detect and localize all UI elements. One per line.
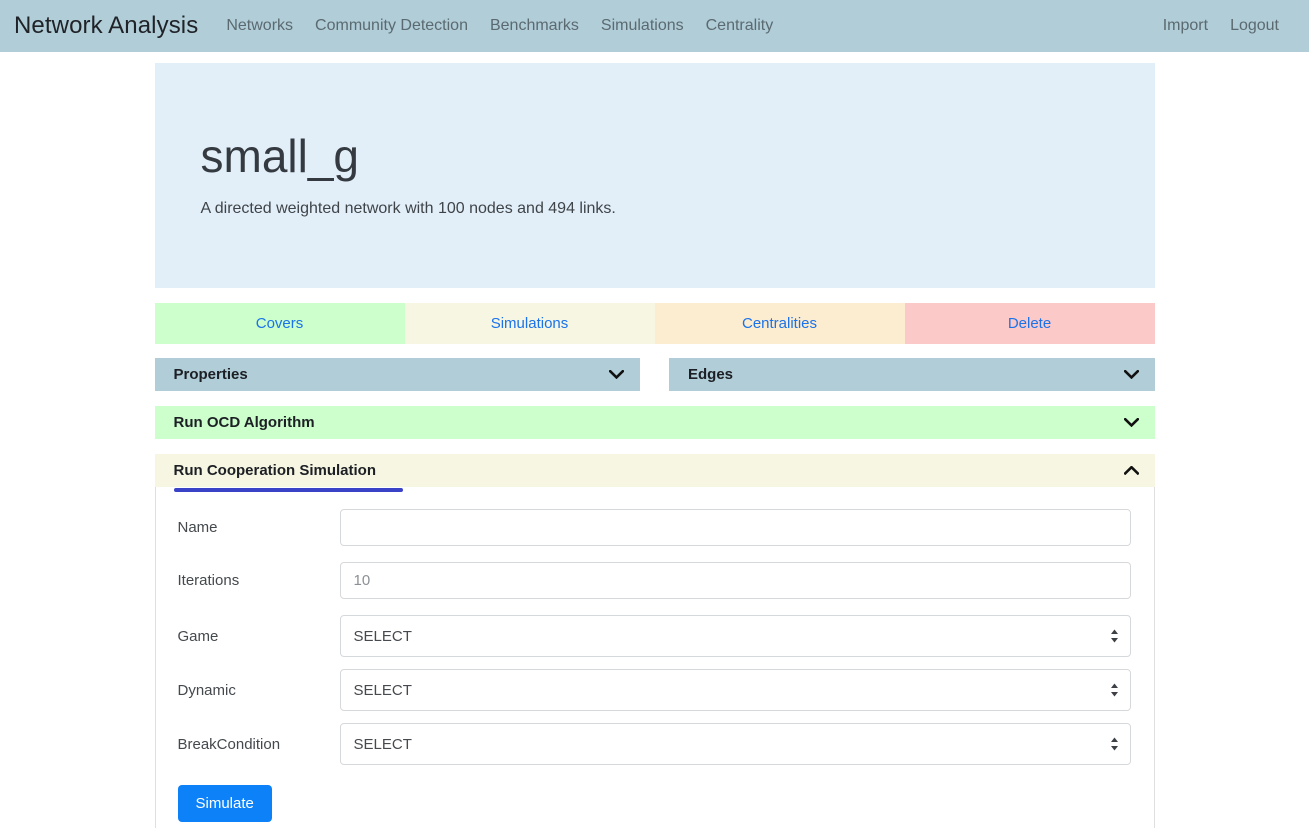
- nav-link-benchmarks[interactable]: Benchmarks: [490, 17, 579, 35]
- nav-link-networks[interactable]: Networks: [226, 17, 293, 35]
- iterations-input[interactable]: [339, 562, 1131, 599]
- label-iterations: Iterations: [177, 572, 240, 589]
- nav-link-simulations[interactable]: Simulations: [601, 17, 684, 35]
- break-condition-select-wrapper: SELECT: [339, 723, 1131, 765]
- name-input[interactable]: [339, 509, 1131, 546]
- nav-links: Networks Community Detection Benchmarks …: [226, 17, 773, 35]
- panel-title-edges: Edges: [688, 366, 734, 383]
- dynamic-select-wrapper: SELECT: [339, 669, 1131, 711]
- tab-delete[interactable]: Delete: [904, 303, 1155, 344]
- panel-header-run-ocd-algorithm[interactable]: Run OCD Algorithm: [154, 406, 1155, 439]
- network-jumbotron: small_g A directed weighted network with…: [154, 63, 1155, 288]
- page-title: small_g: [200, 130, 360, 182]
- panel-title-properties: Properties: [173, 366, 248, 383]
- label-game: Game: [177, 627, 219, 645]
- dynamic-select[interactable]: SELECT: [339, 669, 1131, 711]
- form-row-dynamic: Dynamic SELECT: [156, 669, 1154, 711]
- cooperation-simulation-form: Name Iterations Game SELECT: [154, 487, 1155, 828]
- nav-link-centrality[interactable]: Centrality: [706, 17, 774, 35]
- game-select[interactable]: SELECT: [339, 615, 1131, 657]
- simulate-button[interactable]: Simulate: [177, 785, 272, 822]
- nav-link-logout[interactable]: Logout: [1230, 17, 1279, 35]
- nav-link-import[interactable]: Import: [1163, 17, 1208, 35]
- tab-centralities[interactable]: Centralities: [654, 303, 905, 344]
- top-navbar: Network Analysis Networks Community Dete…: [0, 0, 1309, 52]
- panel-title-run-cooperation-simulation: Run Cooperation Simulation: [173, 462, 377, 479]
- nav-link-community-detection[interactable]: Community Detection: [315, 17, 468, 35]
- panel-row-top: Properties Edges: [154, 358, 1155, 391]
- tab-covers[interactable]: Covers: [154, 303, 405, 344]
- panel-title-run-ocd-algorithm: Run OCD Algorithm: [173, 414, 315, 431]
- break-condition-select[interactable]: SELECT: [339, 723, 1131, 765]
- label-dynamic: Dynamic: [177, 681, 236, 699]
- chevron-up-icon: [1123, 466, 1139, 475]
- page-subtitle: A directed weighted network with 100 nod…: [200, 199, 616, 217]
- form-row-break-condition: BreakCondition SELECT: [156, 723, 1154, 765]
- form-row-iterations: Iterations: [156, 562, 1154, 599]
- game-select-wrapper: SELECT: [339, 615, 1131, 657]
- chevron-down-icon: [1123, 418, 1139, 427]
- tab-simulations[interactable]: Simulations: [404, 303, 655, 344]
- label-break-condition: BreakCondition: [177, 735, 281, 753]
- form-actions: Simulate: [156, 777, 1154, 822]
- chevron-down-icon: [1123, 370, 1139, 379]
- panel-header-run-cooperation-simulation[interactable]: Run Cooperation Simulation: [154, 454, 1155, 492]
- chevron-down-icon: [609, 370, 624, 379]
- panel-header-edges[interactable]: Edges: [669, 358, 1155, 391]
- nav-right-links: Import Logout: [1163, 17, 1293, 35]
- brand-link[interactable]: Network Analysis: [14, 12, 198, 40]
- focus-underline: [173, 488, 403, 492]
- tab-bar: Covers Simulations Centralities Delete: [154, 303, 1155, 344]
- label-name: Name: [177, 519, 218, 536]
- panel-header-properties[interactable]: Properties: [154, 358, 640, 391]
- form-row-game: Game SELECT: [156, 615, 1154, 657]
- page-container: small_g A directed weighted network with…: [154, 52, 1155, 828]
- form-row-name: Name: [156, 509, 1154, 546]
